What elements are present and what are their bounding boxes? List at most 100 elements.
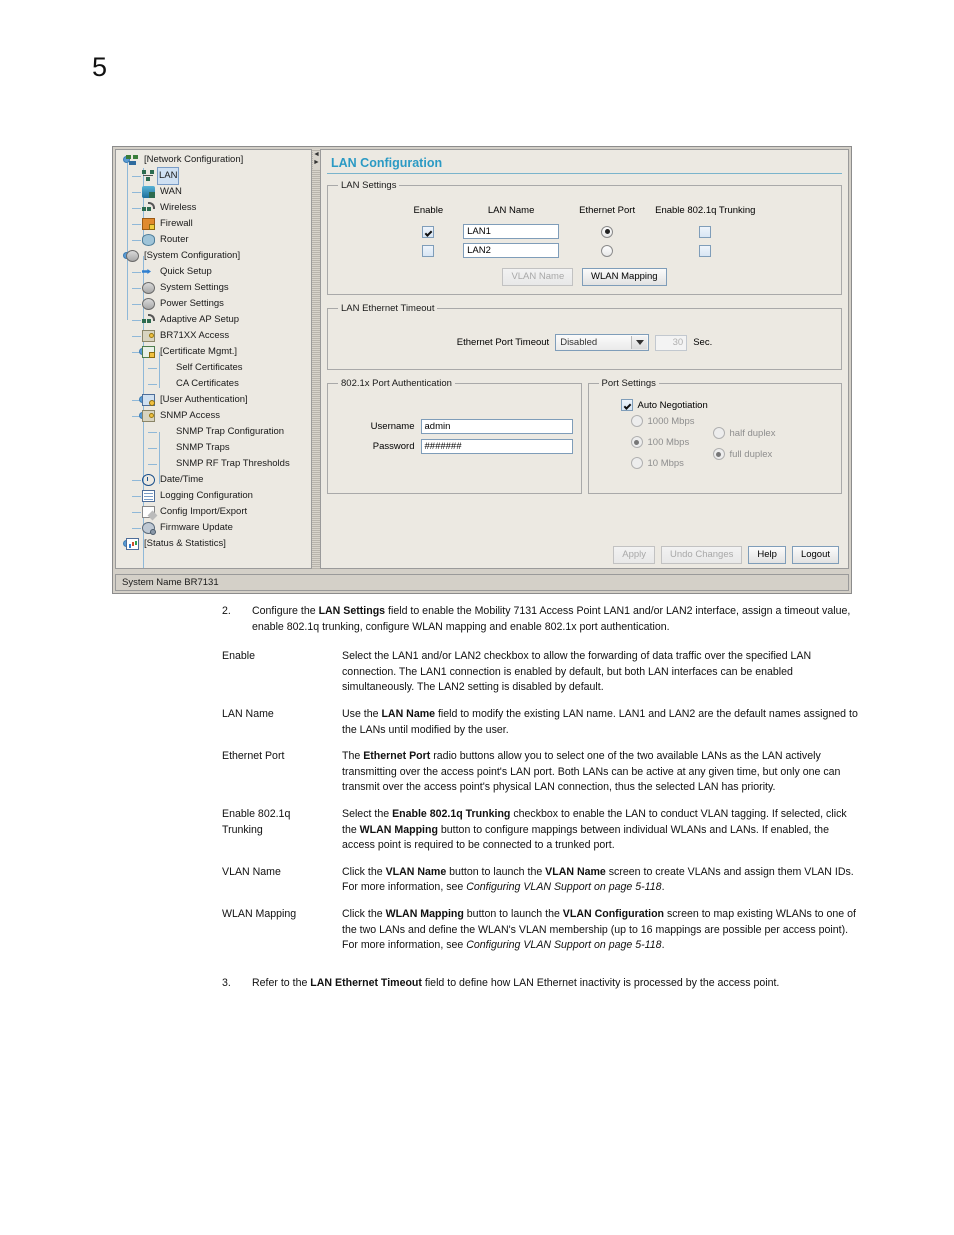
logout-button[interactable]: Logout bbox=[791, 546, 839, 564]
tree-item-self-certificates[interactable]: Self Certificates bbox=[120, 360, 311, 376]
tree-item-certificate-mgmt[interactable]: [Certificate Mgmt.] bbox=[120, 344, 311, 360]
speed-1000-label: 1000 Mbps bbox=[647, 415, 695, 427]
user-auth-icon bbox=[142, 394, 155, 406]
tree-item-ca-certificates[interactable]: CA Certificates bbox=[120, 376, 311, 392]
tree-item-power-settings[interactable]: Power Settings bbox=[120, 296, 311, 312]
duplex-radio-group: half duplex full duplex bbox=[712, 427, 776, 469]
username-input[interactable]: admin bbox=[420, 419, 573, 434]
tree-item-label: [Certificate Mgmt.] bbox=[160, 346, 238, 357]
half-duplex-radio[interactable] bbox=[712, 427, 725, 439]
ethernet-port-timeout-row: Ethernet Port Timeout Disabled 30 Sec. bbox=[336, 334, 833, 351]
tree-item-label: Self Certificates bbox=[176, 362, 243, 373]
tree-item-router[interactable]: Router bbox=[120, 232, 311, 248]
tree-item-firmware-update[interactable]: Firmware Update bbox=[120, 520, 311, 536]
definition-ethernet-port: Ethernet Port The Ethernet Port radio bu… bbox=[0, 749, 954, 796]
cell-ethernet-port bbox=[569, 241, 645, 260]
navigation-tree-pane[interactable]: [Network Configuration] LAN WAN Wireless Fir… bbox=[115, 149, 311, 569]
application-window: [Network Configuration] LAN WAN Wireless Fir… bbox=[112, 146, 852, 594]
lan1-ethernet-port-radio[interactable] bbox=[601, 225, 614, 238]
full-duplex-radio[interactable] bbox=[712, 448, 725, 460]
tree-item-label: Adaptive AP Setup bbox=[160, 314, 240, 325]
tree-item-config-import-export[interactable]: Config Import/Export bbox=[120, 504, 311, 520]
lan1-enable-checkbox[interactable] bbox=[422, 225, 435, 238]
speed-1000-radio[interactable] bbox=[630, 415, 643, 427]
quick-setup-icon bbox=[142, 266, 155, 278]
tree-leaf-spacer-icon bbox=[158, 442, 171, 454]
table-row: LAN1 bbox=[404, 222, 766, 241]
speed-100-label: 100 Mbps bbox=[647, 436, 690, 448]
tree-item-firewall[interactable]: Firewall bbox=[120, 216, 311, 232]
lan1-name-input[interactable]: LAN1 bbox=[463, 224, 560, 239]
column-header-trunking: Enable 802.1q Trunking bbox=[655, 205, 756, 216]
speed-option-10[interactable]: 10 Mbps bbox=[630, 457, 695, 469]
tree-item-user-authentication[interactable]: [User Authentication] bbox=[120, 392, 311, 408]
help-button[interactable]: Help bbox=[748, 546, 786, 564]
tree-item-label: CA Certificates bbox=[176, 378, 239, 389]
tree-item-adaptive-ap-setup[interactable]: Adaptive AP Setup bbox=[120, 312, 311, 328]
lan2-trunking-checkbox[interactable] bbox=[699, 244, 712, 257]
statistics-icon bbox=[126, 538, 139, 550]
vlan-name-button[interactable]: VLAN Name bbox=[502, 268, 574, 286]
step-2-text: Configure the LAN Settings field to enab… bbox=[252, 605, 851, 633]
tree-item-status-statistics[interactable]: [Status & Statistics] bbox=[120, 536, 311, 552]
tree-item-snmp-trap-configuration[interactable]: SNMP Trap Configuration bbox=[120, 424, 311, 440]
speed-100-radio[interactable] bbox=[630, 436, 643, 448]
tree-item-date-time[interactable]: Date/Time bbox=[120, 472, 311, 488]
cell-trunking bbox=[645, 222, 765, 241]
import-export-icon bbox=[142, 506, 155, 518]
chevron-down-icon[interactable] bbox=[631, 336, 648, 349]
tree-item-label: SNMP Access bbox=[160, 410, 221, 421]
duplex-option-half[interactable]: half duplex bbox=[712, 427, 776, 439]
password-input[interactable]: ####### bbox=[420, 439, 573, 454]
duplex-option-full[interactable]: full duplex bbox=[712, 448, 776, 460]
tree-item-label: Config Import/Export bbox=[160, 506, 248, 517]
speed-option-100[interactable]: 100 Mbps bbox=[630, 436, 695, 448]
undo-changes-button[interactable]: Undo Changes bbox=[661, 546, 743, 564]
tree-item-logging-configuration[interactable]: Logging Configuration bbox=[120, 488, 311, 504]
port-authentication-body: Username admin Password ####### bbox=[336, 393, 573, 485]
navigation-tree[interactable]: [Network Configuration] LAN WAN Wireless Fir… bbox=[116, 152, 311, 568]
tree-item-quick-setup[interactable]: Quick Setup bbox=[120, 264, 311, 280]
tree-leaf-spacer-icon bbox=[158, 362, 171, 374]
half-duplex-label: half duplex bbox=[729, 427, 776, 439]
definition-wlan-mapping: WLAN Mapping Click the WLAN Mapping butt… bbox=[0, 907, 954, 954]
auto-negotiation-checkbox[interactable] bbox=[620, 399, 633, 411]
port-authentication-legend: 802.1x Port Authentication bbox=[341, 378, 452, 389]
timeout-seconds-input[interactable]: 30 bbox=[655, 334, 688, 351]
column-header-enable: Enable bbox=[413, 205, 444, 216]
wlan-mapping-button[interactable]: WLAN Mapping bbox=[582, 268, 667, 286]
tree-item-system-settings[interactable]: System Settings bbox=[120, 280, 311, 296]
lan-settings-group: LAN Settings Enable LAN Name Ethernet Po… bbox=[327, 180, 842, 295]
tree-item-lan[interactable]: LAN bbox=[120, 167, 311, 185]
tree-item-snmp-rf-trap-thresholds[interactable]: SNMP RF Trap Thresholds bbox=[120, 456, 311, 472]
tree-item-wan[interactable]: WAN bbox=[120, 184, 311, 200]
apply-button[interactable]: Apply bbox=[613, 546, 655, 564]
tree-item-label: SNMP Traps bbox=[176, 442, 230, 453]
cell-enable bbox=[404, 222, 454, 241]
lan-settings-table: Enable LAN Name Ethernet Port Enable 802… bbox=[404, 205, 766, 260]
splitter-arrows-icon[interactable]: ◄ ► bbox=[313, 151, 320, 169]
tree-item-label: BR71XX Access bbox=[160, 330, 230, 341]
speed-option-1000[interactable]: 1000 Mbps bbox=[630, 415, 695, 427]
lan2-enable-checkbox[interactable] bbox=[422, 244, 435, 257]
tree-item-label: [User Authentication] bbox=[160, 394, 248, 405]
tree-item-wireless[interactable]: Wireless bbox=[120, 200, 311, 216]
cell-enable bbox=[404, 241, 454, 260]
lan1-trunking-checkbox[interactable] bbox=[699, 225, 712, 238]
tree-item-br71xx-access[interactable]: BR71XX Access bbox=[120, 328, 311, 344]
lan-settings-buttons: VLAN Name WLAN Mapping bbox=[336, 268, 833, 286]
lan2-name-input[interactable]: LAN2 bbox=[463, 243, 560, 258]
ethernet-port-timeout-select[interactable]: Disabled bbox=[555, 334, 650, 351]
speed-10-radio[interactable] bbox=[630, 457, 643, 469]
pane-splitter[interactable]: ◄ ► bbox=[311, 149, 321, 569]
lan2-ethernet-port-radio[interactable] bbox=[601, 244, 614, 257]
tree-item-snmp-access[interactable]: SNMP Access bbox=[120, 408, 311, 424]
logging-icon bbox=[142, 490, 155, 502]
step-3-text: Refer to the LAN Ethernet Timeout field … bbox=[252, 976, 780, 989]
firewall-icon bbox=[142, 218, 155, 230]
tree-item-network-configuration[interactable]: [Network Configuration] bbox=[120, 152, 311, 168]
tree-item-snmp-traps[interactable]: SNMP Traps bbox=[120, 440, 311, 456]
port-settings-group: Port Settings Auto Negotiation 1000 Mbps bbox=[587, 378, 842, 494]
tree-item-system-configuration[interactable]: [System Configuration] bbox=[120, 248, 311, 264]
snmp-access-icon bbox=[142, 410, 155, 422]
